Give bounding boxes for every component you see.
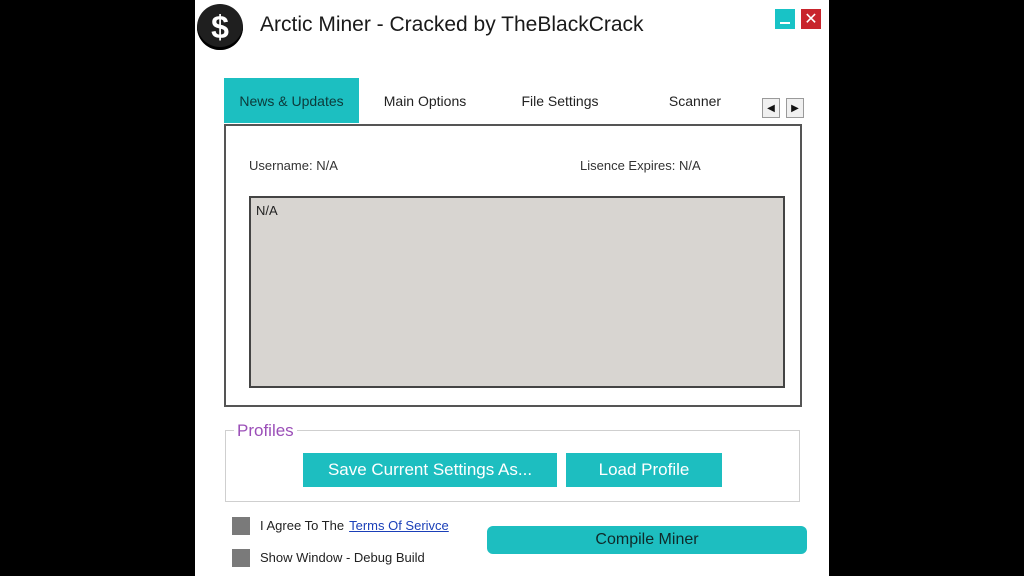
load-profile-button[interactable]: Load Profile [566, 453, 722, 487]
agree-text: I Agree To The [260, 518, 345, 533]
dollar-logo-icon: $ [197, 4, 243, 50]
tab-main-options[interactable]: Main Options [366, 78, 484, 123]
show-window-label: Show Window - Debug Build [260, 550, 425, 565]
licence-expiry-label: Lisence Expires: N/A [580, 158, 701, 173]
profiles-legend: Profiles [234, 421, 297, 441]
minimize-icon [780, 22, 790, 24]
show-window-checkbox[interactable] [232, 549, 250, 567]
agree-tos-label: I Agree To The Terms Of Serivce [260, 518, 449, 533]
save-settings-button[interactable]: Save Current Settings As... [303, 453, 557, 487]
username-label: Username: N/A [249, 158, 338, 173]
news-content-text: N/A [256, 203, 278, 218]
tab-scanner[interactable]: Scanner [640, 78, 750, 123]
arrow-right-icon: ▶ [791, 102, 799, 114]
tab-file-settings[interactable]: File Settings [500, 78, 620, 123]
window-title: Arctic Miner - Cracked by TheBlackCrack [260, 13, 644, 36]
arrow-left-icon: ◀ [767, 102, 775, 114]
minimize-button[interactable] [775, 9, 795, 29]
compile-miner-button[interactable]: Compile Miner [487, 526, 807, 554]
close-icon: ✕ [804, 11, 818, 28]
agree-tos-checkbox[interactable] [232, 517, 250, 535]
terms-of-service-link[interactable]: Terms Of Serivce [349, 518, 449, 533]
tab-scroll-right-button[interactable]: ▶ [786, 98, 804, 118]
close-button[interactable]: ✕ [801, 9, 821, 29]
tab-scroll-left-button[interactable]: ◀ [762, 98, 780, 118]
news-content-box[interactable]: N/A [249, 196, 785, 388]
tab-news-updates[interactable]: News & Updates [224, 78, 359, 123]
